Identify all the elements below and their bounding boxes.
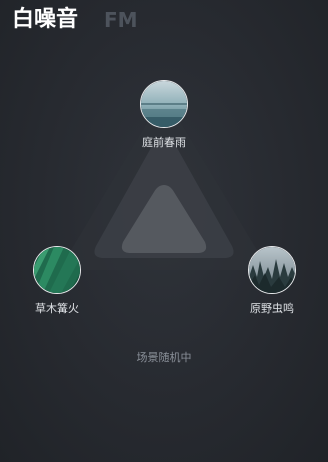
scene-right[interactable]: 原野虫鸣 [227, 246, 317, 316]
rain-lake-thumbnail-icon [140, 80, 188, 128]
status-text: 场景随机中 [136, 351, 192, 364]
scene-left[interactable]: 草木篝火 [12, 246, 102, 316]
green-leaves-thumbnail-icon [33, 246, 81, 294]
scene-right-label: 原野虫鸣 [250, 302, 294, 315]
scene-top[interactable]: 庭前春雨 [119, 80, 209, 150]
sound-mix-triangle[interactable] [0, 0, 328, 462]
scene-left-label: 草木篝火 [35, 302, 79, 315]
forest-trees-thumbnail-icon [248, 246, 296, 294]
scene-top-label: 庭前春雨 [142, 136, 186, 149]
white-noise-screen: 白噪音 FM 庭前春雨 草木篝火 原野虫鸣 场景随机中 [0, 0, 328, 462]
